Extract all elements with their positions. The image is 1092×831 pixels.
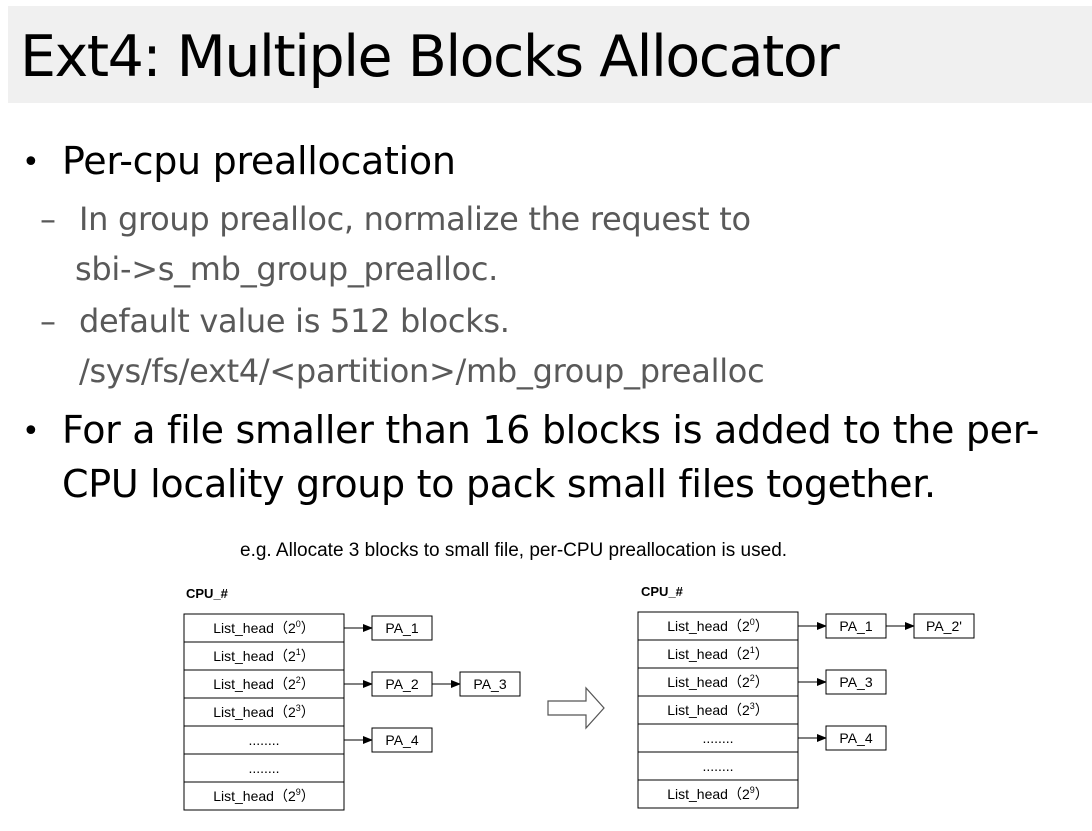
before-cpu-label: CPU_# (186, 586, 229, 601)
before-row-4-pa-label-0: PA_4 (385, 732, 418, 748)
after-row-2-pa-label-0: PA_3 (839, 674, 872, 690)
after-row-4-pa-label-0: PA_4 (839, 730, 872, 746)
before-row-2-pa-label-0: PA_2 (385, 676, 418, 692)
before-row-4-label: ........ (248, 732, 279, 748)
transition-arrow-icon (547, 686, 605, 730)
after-row-0-pa-label-0: PA_1 (839, 618, 872, 634)
after-list: CPU_#List_head（20） PA_1 PA_2'List_head（21）… (637, 584, 975, 809)
after-cpu-label: CPU_# (641, 584, 684, 599)
after-row-0-pa-label-1: PA_2' (926, 618, 962, 634)
before-row-2-pa-label-1: PA_3 (473, 676, 506, 692)
after-row-4-label: ........ (702, 730, 733, 746)
before-row-0-pa-label-0: PA_1 (385, 620, 418, 636)
before-list: CPU_#List_head（20） PA_1List_head（21）List_… (183, 586, 521, 811)
after-row-5-label: ........ (702, 758, 733, 774)
allocation-diagram: CPU_#List_head（20） PA_1List_head（21）List_… (183, 584, 975, 811)
before-row-5-label: ........ (248, 760, 279, 776)
